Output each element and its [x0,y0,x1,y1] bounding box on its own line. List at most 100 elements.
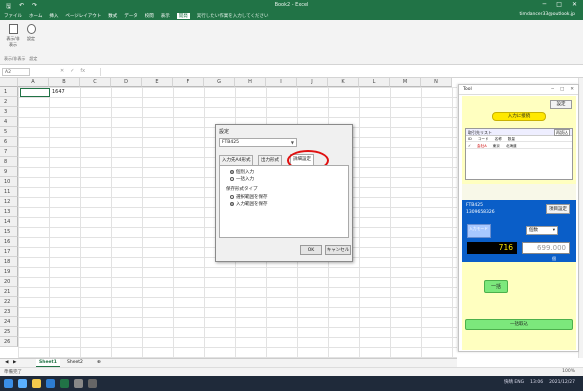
app-icon[interactable] [74,379,83,388]
row-header-14[interactable]: 14 [0,217,18,227]
tab-input-format[interactable]: 入力先A4形式 [219,155,254,165]
maximize-icon[interactable]: □ [556,1,562,8]
row-header-2[interactable]: 2 [0,97,18,107]
file-explorer-icon[interactable] [32,379,41,388]
radio-save-selection[interactable]: 選択範囲を保存 [230,194,268,200]
maximize-icon[interactable]: □ [560,85,564,95]
tab-data[interactable]: データ [124,13,138,19]
row-header-26[interactable]: 26 [0,337,18,347]
tell-me-box[interactable]: 実行したい作業を入力してください [197,13,269,19]
row-header-8[interactable]: 8 [0,157,18,167]
sheet-tab-1[interactable]: Sheet1 [36,359,60,367]
ok-button[interactable]: OK [300,245,322,255]
tab-developer[interactable]: 開発 [176,12,190,19]
input-mode-button[interactable]: 入力モード [467,224,491,238]
row-header-19[interactable]: 19 [0,267,18,277]
row-header-25[interactable]: 25 [0,327,18,337]
column-header-f[interactable]: F [173,78,204,87]
minimize-icon[interactable]: ─ [543,1,547,8]
row-header-12[interactable]: 12 [0,197,18,207]
tab-insert[interactable]: 挿入 [49,13,58,19]
edge-icon[interactable] [46,379,55,388]
row-header-4[interactable]: 4 [0,117,18,127]
row-header-17[interactable]: 17 [0,247,18,257]
name-box[interactable]: A2 [2,68,30,76]
clock-date[interactable]: 2021/12/27 [549,380,575,385]
radio-save-input[interactable]: 入力範囲を保存 [230,201,268,207]
row-header-18[interactable]: 18 [0,257,18,267]
item-settings-button[interactable]: 項目設定 [546,204,570,214]
cancel-icon[interactable]: ✕ [60,68,64,74]
show-hide-button[interactable]: 表示/非表示 [6,24,20,47]
tab-page-layout[interactable]: ページレイアウト [65,13,101,19]
bulk-import-button[interactable]: 一括取込 [465,319,573,330]
settings-ribbon-button[interactable]: 設定 [24,24,38,44]
row-header-10[interactable]: 10 [0,177,18,187]
row-header-23[interactable]: 23 [0,307,18,317]
column-header-d[interactable]: D [111,78,142,87]
dialog-select[interactable]: FTB425 ▼ [219,138,297,147]
sheet-nav-right-icon[interactable]: ▶ [10,359,19,367]
column-header-l[interactable]: L [359,78,390,87]
column-header-n[interactable]: N [421,78,452,87]
row-header-6[interactable]: 6 [0,137,18,147]
tab-review[interactable]: 校閲 [145,13,154,19]
panel-settings-button[interactable]: 設定 [550,100,572,109]
row-header-5[interactable]: 5 [0,127,18,137]
close-icon[interactable]: ✕ [570,85,574,95]
tab-output-format[interactable]: 出力形式 [258,155,282,165]
tab-file[interactable]: ファイル [4,13,22,19]
tab-formulas[interactable]: 数式 [108,13,117,19]
total-display[interactable]: 699.000 [522,242,570,254]
radio-individual[interactable]: 個別入力 [230,169,254,175]
add-sheet-icon[interactable]: ⊕ [94,359,104,367]
row-header-11[interactable]: 11 [0,187,18,197]
row-header-22[interactable]: 22 [0,297,18,307]
fx-icon[interactable]: fx [80,68,85,74]
column-header-j[interactable]: J [297,78,328,87]
radio-bulk[interactable]: 一括入力 [230,176,254,182]
row-header-15[interactable]: 15 [0,227,18,237]
select-all-corner[interactable] [0,78,18,87]
active-cell[interactable] [20,88,50,97]
cell-b1[interactable]: 1647 [52,88,65,97]
row-header-21[interactable]: 21 [0,287,18,297]
excel-icon[interactable] [60,379,69,388]
user-account[interactable]: timdancer33@outlook.jp [520,12,575,17]
row-header-9[interactable]: 9 [0,167,18,177]
enter-icon[interactable]: ✓ [70,68,74,74]
column-header-k[interactable]: K [328,78,359,87]
tab-view[interactable]: 表示 [161,13,170,19]
row-header-3[interactable]: 3 [0,107,18,117]
app2-icon[interactable] [88,379,97,388]
sheet-tab-2[interactable]: Sheet2 [64,359,86,367]
column-header-h[interactable]: H [235,78,266,87]
start-icon[interactable] [4,379,13,388]
row-header-16[interactable]: 16 [0,237,18,247]
bulk-button[interactable]: 一括 [484,280,508,293]
row-header-13[interactable]: 13 [0,207,18,217]
tab-home[interactable]: ホーム [29,13,42,19]
row-header-20[interactable]: 20 [0,277,18,287]
column-header-b[interactable]: B [49,78,80,87]
formula-input[interactable] [100,68,578,76]
search-icon[interactable] [18,379,27,388]
column-header-g[interactable]: G [204,78,235,87]
zoom-level[interactable]: 100% [562,369,575,374]
column-header-e[interactable]: E [142,78,173,87]
cancel-button[interactable]: キャンセル [325,245,351,255]
close-icon[interactable]: ✕ [572,1,577,8]
connect-button[interactable]: 入力に接続 [492,112,546,121]
minimize-icon[interactable]: ─ [551,85,554,95]
column-header-m[interactable]: M [390,78,421,87]
row-header-1[interactable]: 1 [0,87,18,97]
list-item[interactable]: ID コード 名称 数量 [466,136,572,142]
row-header-7[interactable]: 7 [0,147,18,157]
list-item[interactable]: ✓ 会社A 東京 北海道 [466,143,572,149]
clock-time[interactable]: 13:06 [530,380,543,385]
unit-select[interactable]: 個数 ▾ [526,226,558,235]
column-header-i[interactable]: I [266,78,297,87]
tray-status[interactable]: 快晴 ENG [504,379,524,385]
row-header-24[interactable]: 24 [0,317,18,327]
column-header-a[interactable]: A [18,78,49,87]
